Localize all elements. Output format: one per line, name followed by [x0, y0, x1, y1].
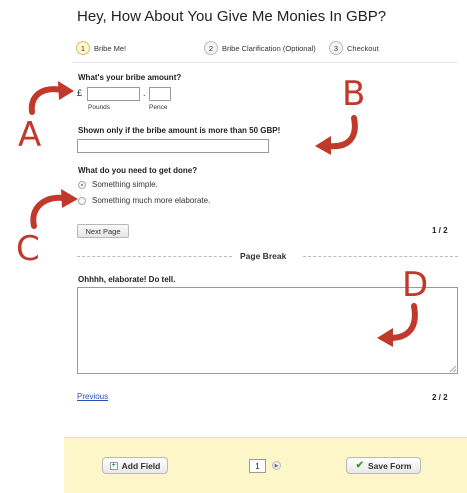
next-page-button[interactable]: Next Page: [77, 224, 129, 238]
annotation-c: C: [16, 229, 40, 269]
page-count-1: 1 / 2: [432, 226, 448, 235]
page-count-2: 2 / 2: [432, 393, 448, 402]
elaborate-label: Ohhhh, elaborate! Do tell.: [78, 275, 176, 284]
save-form-label: Save Form: [367, 460, 412, 471]
checkmark-icon: ✔: [355, 460, 364, 471]
page-break-label: Page Break: [240, 251, 287, 261]
step-2-label: Bribe Clarification (Optional): [222, 43, 316, 53]
pounds-input[interactable]: [87, 87, 140, 101]
step-3-number: 3: [329, 41, 343, 55]
step-3-label: Checkout: [347, 43, 379, 53]
step-2-number: 2: [204, 41, 218, 55]
page-break-line-left: [77, 256, 232, 257]
conditional-field-input[interactable]: [77, 139, 269, 153]
step-bar: 1 Bribe Me! 2 Bribe Clarification (Optio…: [72, 39, 457, 63]
page-break-line-right: [303, 256, 458, 257]
annotation-a: A: [18, 115, 42, 155]
add-field-button[interactable]: + Add Field: [102, 457, 168, 474]
annotation-d: D: [402, 265, 429, 305]
step-3[interactable]: 3 Checkout: [329, 41, 379, 55]
annotation-c-arrow-icon: [30, 189, 78, 229]
previous-link[interactable]: Previous: [77, 392, 108, 401]
annotation-d-arrow-icon: [377, 303, 418, 347]
page-number-input[interactable]: 1: [249, 459, 266, 473]
bribe-amount-label: What's your bribe amount?: [78, 73, 182, 82]
step-2[interactable]: 2 Bribe Clarification (Optional): [204, 41, 316, 55]
option-simple-label: Something simple.: [92, 180, 158, 189]
option-elaborate-label: Something much more elaborate.: [92, 196, 211, 205]
pence-sublabel: Pence: [149, 104, 168, 111]
currency-symbol: £: [77, 88, 83, 98]
decimal-separator: .: [143, 88, 146, 98]
conditional-field-label: Shown only if the bribe amount is more t…: [78, 126, 281, 135]
annotation-b-arrow-icon: [315, 115, 358, 155]
plus-icon: +: [109, 461, 118, 470]
resize-grip-icon[interactable]: [450, 366, 456, 372]
option-simple[interactable]: Something simple.: [78, 180, 158, 189]
step-1-number: 1: [76, 41, 90, 55]
page-title: Hey, How About You Give Me Monies In GBP…: [77, 8, 387, 25]
annotation-b: B: [342, 74, 366, 114]
next-page-arrow-icon[interactable]: ▶: [272, 461, 281, 470]
step-1-label: Bribe Me!: [94, 43, 127, 53]
add-field-label: Add Field: [121, 460, 161, 471]
step-1[interactable]: 1 Bribe Me!: [76, 41, 126, 55]
pence-input[interactable]: [149, 87, 171, 101]
pounds-sublabel: Pounds: [88, 104, 111, 111]
annotation-a-arrow-icon: [28, 81, 74, 115]
option-elaborate[interactable]: Something much more elaborate.: [78, 196, 210, 205]
task-question-label: What do you need to get done?: [78, 166, 198, 175]
form-builder-toolbar: + Add Field 1 ▶ ✔ Save Form: [64, 437, 467, 493]
save-form-button[interactable]: ✔ Save Form: [346, 457, 421, 474]
